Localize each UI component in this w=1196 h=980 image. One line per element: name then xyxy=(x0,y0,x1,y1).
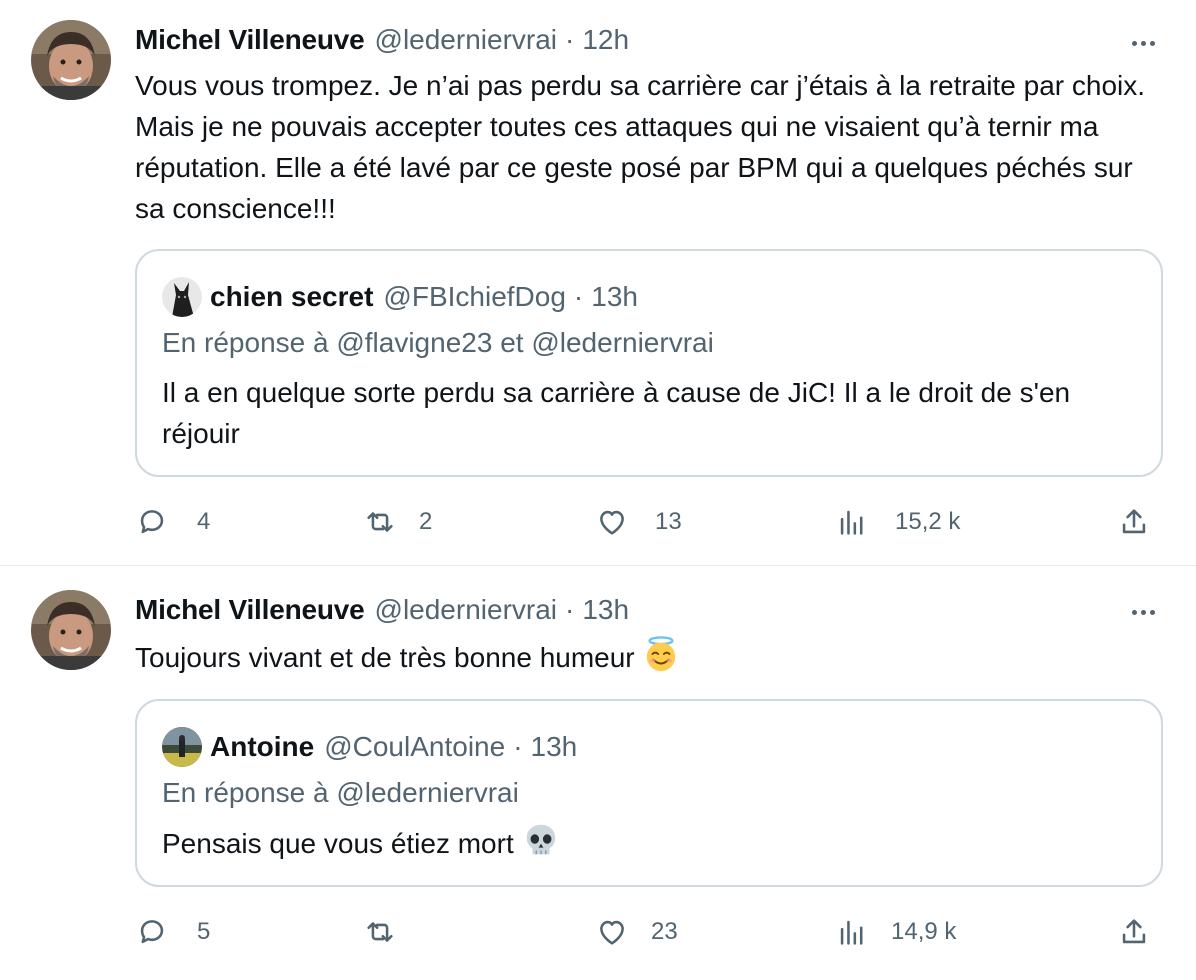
tweet-actions: 5 23 14,9 k xyxy=(135,912,1165,952)
retweet-icon xyxy=(367,922,393,942)
skull-emoji xyxy=(526,824,555,855)
more-icon[interactable] xyxy=(1128,28,1158,58)
like-icon xyxy=(600,510,624,535)
like-count: 13 xyxy=(655,508,682,535)
view-count: 14,9 k xyxy=(891,918,957,945)
author-handle[interactable]: @lederniervrai xyxy=(375,24,558,56)
separator-dot: · xyxy=(513,731,523,762)
smiling-halo-emoji xyxy=(647,636,676,672)
like-button[interactable]: 13 xyxy=(595,502,682,542)
like-button[interactable]: 23 xyxy=(595,912,678,952)
avatar xyxy=(162,277,202,317)
quoted-tweet[interactable]: Antoine @CoulAntoine · 13h En réponse à … xyxy=(135,699,1163,887)
separator-dot: · xyxy=(573,281,584,312)
reply-button[interactable]: 4 xyxy=(135,502,210,542)
like-count: 23 xyxy=(651,918,678,945)
quoted-author-handle: @CoulAntoine xyxy=(324,731,506,762)
more-icon[interactable] xyxy=(1128,597,1158,627)
reply-count: 5 xyxy=(197,918,211,945)
tweet[interactable]: Michel Villeneuve @lederniervrai · 13h T… xyxy=(0,567,1196,980)
reply-icon xyxy=(140,510,164,534)
quoted-author-handle: @FBIchiefDog xyxy=(383,281,566,312)
avatar[interactable] xyxy=(31,20,111,100)
share-icon xyxy=(1122,919,1146,944)
reply-count: 4 xyxy=(197,508,211,535)
separator-dot: · xyxy=(565,594,575,625)
quoted-tweet-text: Pensais que vous étiez mort xyxy=(162,828,514,859)
quoted-tweet[interactable]: chien secret @FBIchiefDog · 13h En répon… xyxy=(135,249,1163,477)
quoted-tweet-header: Antoine @CoulAntoine · 13h xyxy=(162,727,577,767)
quoted-timestamp: 13h xyxy=(530,731,578,762)
quoted-tweet-text: Il a en quelque sorte perdu sa carrière … xyxy=(162,377,1071,449)
like-icon xyxy=(600,920,624,945)
tweet-actions: 4 2 13 15,2 k xyxy=(135,502,1165,542)
share-button[interactable] xyxy=(1117,502,1151,542)
retweet-button[interactable]: 2 xyxy=(363,502,432,542)
quoted-tweet-header: chien secret @FBIchiefDog · 13h xyxy=(162,277,638,317)
tweet-header: Michel Villeneuve @lederniervrai · 13h xyxy=(135,594,629,630)
retweet-button[interactable] xyxy=(363,912,425,952)
quoted-tweet-text-container: Pensais que vous étiez mort xyxy=(162,821,1152,864)
tweet-text: Toujours vivant et de très bonne humeur xyxy=(135,642,635,673)
views-icon xyxy=(840,920,863,945)
quoted-author-name: chien secret xyxy=(210,281,374,312)
tweet-text-container: Toujours vivant et de très bonne humeur xyxy=(135,635,1165,678)
retweet-count: 2 xyxy=(419,508,433,535)
tweet[interactable]: Michel Villeneuve @lederniervrai · 12h V… xyxy=(0,0,1196,566)
reply-context: En réponse à @flavigne23 et @lederniervr… xyxy=(162,327,714,358)
avatar[interactable] xyxy=(31,590,111,670)
avatar xyxy=(162,727,202,767)
timestamp[interactable]: 12h xyxy=(582,24,629,56)
retweet-icon xyxy=(367,512,393,532)
author-name[interactable]: Michel Villeneuve xyxy=(135,24,365,56)
views-button[interactable]: 14,9 k xyxy=(835,912,956,952)
separator-dot: · xyxy=(565,24,575,55)
reply-icon xyxy=(140,920,164,944)
share-icon xyxy=(1122,509,1146,534)
views-button[interactable]: 15,2 k xyxy=(835,502,960,542)
reply-button[interactable]: 5 xyxy=(135,912,210,952)
timestamp[interactable]: 13h xyxy=(582,594,629,626)
author-name[interactable]: Michel Villeneuve xyxy=(135,594,365,626)
quoted-timestamp: 13h xyxy=(591,281,638,312)
view-count: 15,2 k xyxy=(895,508,961,535)
views-icon xyxy=(840,510,863,535)
reply-context: En réponse à @lederniervrai xyxy=(162,777,519,808)
tweet-header: Michel Villeneuve @lederniervrai · 12h xyxy=(135,24,629,60)
share-button[interactable] xyxy=(1117,912,1151,952)
author-handle[interactable]: @lederniervrai xyxy=(375,594,558,626)
tweet-text: Vous vous trompez. Je n’ai pas perdu sa … xyxy=(135,70,1146,224)
quoted-author-name: Antoine xyxy=(210,731,315,762)
